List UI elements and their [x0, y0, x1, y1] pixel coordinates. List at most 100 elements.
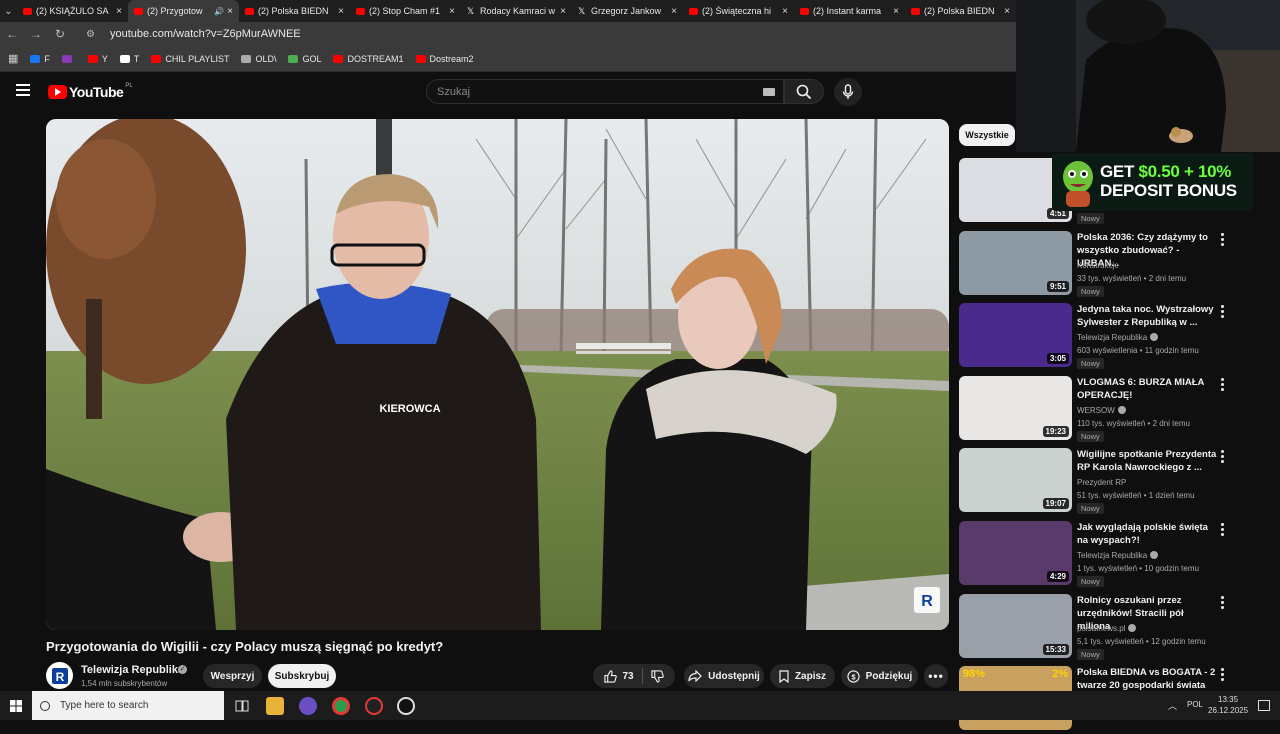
recommended-video-title[interactable]: Jak wyglądają polskie święta na wyspach?…	[1077, 521, 1217, 547]
recommended-video[interactable]: 19:23 VLOGMAS 6: BURZA MIAŁA OPERACJĘ! WER…	[959, 376, 1279, 444]
recommended-video-title[interactable]: Jedyna taka noc. Wystrzałowy Sylwester z…	[1077, 303, 1217, 329]
bookmark-item[interactable]	[61, 54, 76, 64]
start-button[interactable]	[0, 691, 32, 720]
video-thumbnail[interactable]: 15:33	[959, 594, 1072, 658]
bookmark-item[interactable]: Dostream2	[415, 54, 474, 64]
bookmark-item[interactable]: Y	[87, 54, 108, 64]
recommended-video-title[interactable]: Polska BIEDNA vs BOGATA - 2 twarze 20 go…	[1077, 666, 1217, 692]
svg-text:$: $	[851, 672, 856, 681]
app-icon-purple[interactable]	[299, 697, 317, 715]
video-thumbnail[interactable]: 3:05	[959, 303, 1072, 367]
bookmark-item[interactable]: OLD\	[241, 54, 276, 64]
browser-tab[interactable]: (2) Przygotow 🔊 ×	[128, 0, 239, 22]
tab-close-icon[interactable]: ×	[449, 6, 455, 17]
recommended-channel[interactable]: polsatnews.pl	[1077, 624, 1137, 633]
browser-tab[interactable]: (2) Instant karma ×	[794, 0, 905, 22]
bookmark-item[interactable]: GOL	[288, 54, 321, 64]
recommended-video[interactable]: 3:05 Jedyna taka noc. Wystrzałowy Sylwest…	[959, 303, 1279, 371]
bookmark-favicon-icon	[288, 54, 299, 63]
obs-icon[interactable]	[365, 697, 383, 715]
browser-tab[interactable]: (2) Polska BIEDN ×	[239, 0, 350, 22]
tab-close-icon[interactable]: ×	[671, 6, 677, 17]
more-vertical-icon[interactable]	[1221, 596, 1225, 611]
search-button[interactable]	[784, 79, 824, 104]
tab-close-icon[interactable]: ×	[116, 6, 122, 17]
bookmark-item[interactable]: CHIL PLAYLIST	[151, 54, 229, 64]
video-thumbnail[interactable]: 19:23	[959, 376, 1072, 440]
video-thumbnail[interactable]: 19:07	[959, 448, 1072, 512]
more-vertical-icon[interactable]	[1221, 668, 1225, 683]
recommended-video[interactable]: 15:33 Rolnicy oszukani przez urzędników! …	[959, 594, 1279, 662]
tab-close-icon[interactable]: ×	[227, 6, 233, 17]
more-actions-button[interactable]: •••	[924, 664, 948, 688]
chrome-icon[interactable]	[332, 697, 350, 715]
share-button[interactable]: Udostępnij	[684, 664, 764, 688]
recommended-channel[interactable]: WERSOW	[1077, 406, 1126, 415]
app-icon-pin[interactable]	[397, 697, 415, 715]
ad-banner[interactable]: GET $0.50 + 10% DEPOSIT BONUS	[1052, 153, 1254, 211]
channel-avatar[interactable]: R	[46, 662, 73, 689]
notifications-icon[interactable]	[1258, 700, 1270, 711]
tab-close-icon[interactable]: ×	[560, 6, 566, 17]
apps-grid-icon[interactable]: ▦	[8, 52, 18, 65]
save-button[interactable]: Zapisz	[770, 664, 835, 688]
more-vertical-icon[interactable]	[1221, 378, 1225, 393]
video-player[interactable]: KIEROWCA R	[46, 119, 949, 630]
keyboard-icon[interactable]	[763, 88, 775, 96]
youtube-logo[interactable]: YouTube PL	[48, 83, 133, 100]
more-vertical-icon[interactable]	[1221, 233, 1225, 248]
browser-tab[interactable]: 𝕏 Grzegorz Jankow ×	[572, 0, 683, 22]
recommended-video[interactable]: 9:51 Polska 2036: Czy zdążymy to wszystko…	[959, 231, 1279, 299]
forward-button[interactable]: →	[24, 22, 48, 46]
recommended-video[interactable]: 4:29 Jak wyglądają polskie święta na wysp…	[959, 521, 1279, 589]
voice-search-button[interactable]	[834, 78, 862, 106]
tab-close-icon[interactable]: ×	[1004, 6, 1010, 17]
bookmark-item[interactable]: T	[119, 54, 139, 64]
language-indicator[interactable]: POL	[1187, 700, 1203, 709]
recommended-channel[interactable]: Konstrukcje	[1077, 261, 1119, 270]
browser-tab[interactable]: (2) KSIĄŻULO SA ×	[17, 0, 128, 22]
task-view-icon[interactable]	[233, 697, 251, 715]
reload-button[interactable]: ↻	[48, 22, 72, 46]
recommended-video-meta: 5,1 tys. wyświetleń • 12 godzin temu	[1077, 637, 1206, 646]
tab-close-icon[interactable]: ×	[893, 6, 899, 17]
browser-tab[interactable]: (2) Świąteczna hi ×	[683, 0, 794, 22]
recommended-video[interactable]: 19:07 Wigilijne spotkanie Prezydenta RP K…	[959, 448, 1279, 516]
menu-icon[interactable]	[16, 84, 30, 98]
browser-tab[interactable]: (2) Polska BIEDN ×	[905, 0, 1016, 22]
channel-name[interactable]: Telewizja Republika	[81, 664, 184, 676]
more-vertical-icon[interactable]	[1221, 450, 1225, 465]
subscribe-button[interactable]: Subskrybuj	[268, 664, 336, 688]
support-button[interactable]: Wesprzyj	[203, 664, 262, 688]
taskbar-search-input[interactable]: Type here to search	[32, 691, 224, 720]
recommended-video-title[interactable]: Wigilijne spotkanie Prezydenta RP Karola…	[1077, 448, 1217, 474]
video-thumbnail[interactable]: 9:51	[959, 231, 1072, 295]
tab-close-icon[interactable]: ×	[338, 6, 344, 17]
tab-search-button[interactable]: ⌄	[0, 0, 17, 22]
back-button[interactable]: ←	[0, 22, 24, 46]
tray-chevron-icon[interactable]: ︿	[1168, 699, 1177, 712]
tab-close-icon[interactable]: ×	[782, 6, 788, 17]
thanks-button[interactable]: $ Podziękuj	[841, 664, 918, 688]
like-button[interactable]: 73	[604, 669, 634, 683]
search-input[interactable]: Szukaj	[426, 79, 784, 104]
clock[interactable]: 13:35 26.12.2025	[1208, 694, 1248, 716]
youtube-favicon-icon	[23, 7, 32, 15]
bookmark-item[interactable]: DOSTREAM1	[333, 54, 404, 64]
recommended-channel[interactable]: Prezydent RP	[1077, 478, 1126, 487]
browser-tab[interactable]: (2) Stop Cham #1 ×	[350, 0, 461, 22]
browser-tab[interactable]: 𝕏 Rodacy Kamraci w ×	[461, 0, 572, 22]
bookmark-item[interactable]: F	[30, 54, 50, 64]
chip-all[interactable]: Wszystkie	[959, 124, 1015, 146]
site-info-icon[interactable]: ⚙	[86, 29, 100, 40]
more-vertical-icon[interactable]	[1221, 523, 1225, 538]
dislike-button[interactable]	[650, 669, 664, 683]
file-explorer-icon[interactable]	[266, 697, 284, 715]
url-field[interactable]: ⚙ youtube.com/watch?v=Z6pMurAWNEE	[80, 24, 1010, 44]
recommended-channel[interactable]: Telewizja Republika	[1077, 333, 1159, 342]
more-vertical-icon[interactable]	[1221, 305, 1225, 320]
video-thumbnail[interactable]: 4:29	[959, 521, 1072, 585]
tab-audio-icon[interactable]: 🔊	[214, 7, 224, 16]
recommended-video-title[interactable]: VLOGMAS 6: BURZA MIAŁA OPERACJĘ!	[1077, 376, 1217, 402]
recommended-channel[interactable]: Telewizja Republika	[1077, 551, 1159, 560]
